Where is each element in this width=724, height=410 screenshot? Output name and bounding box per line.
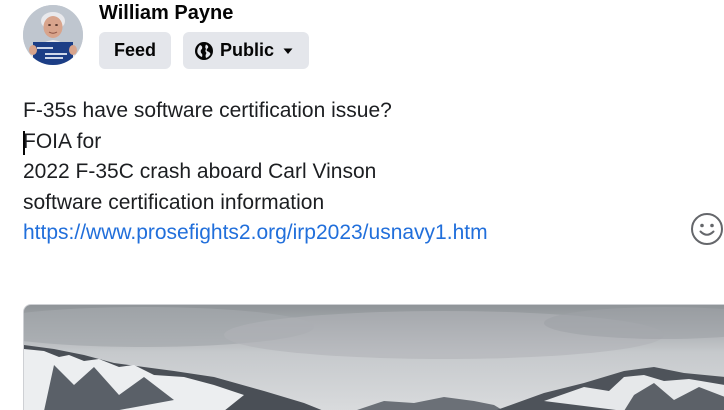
avatar[interactable] xyxy=(23,5,83,65)
post-composer: William Payne Feed Public F-35s have sof… xyxy=(0,0,724,410)
audience-selector-button[interactable]: Public xyxy=(183,32,309,69)
author-name[interactable]: William Payne xyxy=(99,2,233,25)
globe-icon xyxy=(194,41,214,61)
post-text-line: FOIA for xyxy=(23,129,102,153)
link-preview-image[interactable] xyxy=(23,304,724,410)
post-text-input[interactable]: F-35s have software certification issue?… xyxy=(23,96,683,249)
caret-down-icon xyxy=(282,45,294,57)
text-cursor xyxy=(23,130,25,155)
smiley-face-icon xyxy=(691,213,723,245)
feed-button[interactable]: Feed xyxy=(99,32,171,69)
post-text-line: F-35s have software certification issue? xyxy=(23,99,392,122)
mountain-photo xyxy=(24,305,724,410)
post-link-line: https://www.prosefights2.org/irp2023/usn… xyxy=(23,218,683,249)
post-text-line: software certification information xyxy=(23,190,325,214)
post-text-line: 2022 F-35C crash aboard Carl Vinson xyxy=(23,160,377,183)
post-text-line-with-cursor: FOIA for xyxy=(23,127,683,158)
user-profile-photo-icon xyxy=(23,5,83,65)
emoji-picker-button[interactable] xyxy=(690,212,724,246)
audience-label: Public xyxy=(220,40,275,60)
post-link[interactable]: https://www.prosefights2.org/irp2023/usn… xyxy=(23,221,488,244)
feed-button-label: Feed xyxy=(113,40,156,60)
